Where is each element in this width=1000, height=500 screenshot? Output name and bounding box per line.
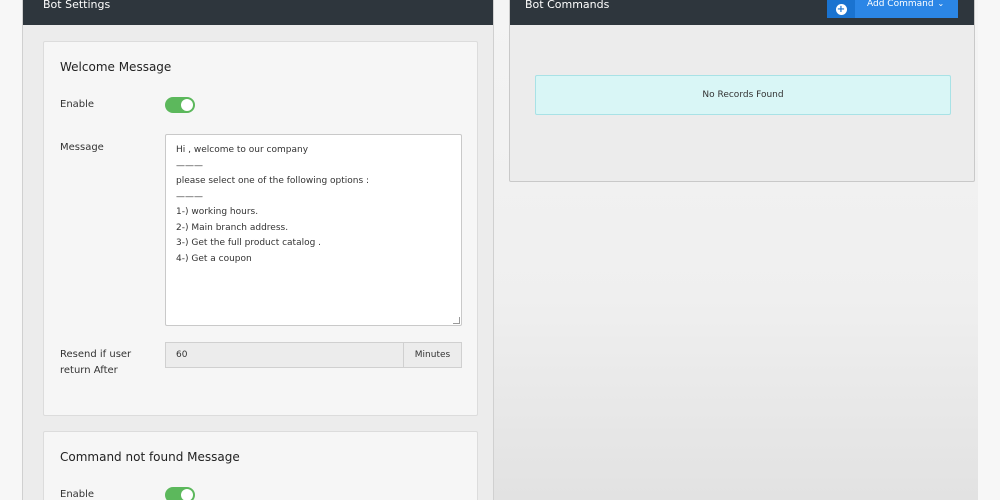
bot-commands-panel: Bot Commands + Add Command ⌄ No Records …	[509, 0, 975, 182]
message-label: Message	[60, 142, 104, 153]
bot-settings-panel: Bot Settings Welcome Message Enable Mess…	[22, 0, 494, 500]
bot-commands-header: Bot Commands + Add Command ⌄	[510, 0, 974, 25]
resend-input-group: 60 Minutes	[165, 342, 462, 368]
bot-commands-title: Bot Commands	[525, 0, 610, 11]
add-command-button[interactable]: + Add Command ⌄	[827, 0, 958, 18]
chevron-down-icon: ⌄	[937, 0, 945, 8]
page-left-margin	[0, 0, 22, 500]
plus-circle-icon: +	[835, 3, 847, 15]
welcome-enable-label: Enable	[60, 99, 95, 110]
welcome-enable-toggle[interactable]	[165, 97, 195, 113]
toggle-knob	[181, 99, 193, 111]
welcome-message-textarea[interactable]: Hi , welcome to our company ——— please s…	[165, 134, 462, 326]
welcome-message-title: Welcome Message	[60, 60, 172, 74]
no-records-alert: No Records Found	[535, 75, 951, 115]
command-not-found-title: Command not found Message	[60, 450, 240, 464]
resend-label: Resend if user return After	[60, 349, 132, 376]
welcome-message-card: Welcome Message Enable Message Hi , welc…	[43, 41, 478, 416]
minutes-addon: Minutes	[403, 342, 462, 368]
bot-settings-header: Bot Settings	[23, 0, 493, 25]
command-not-found-card: Command not found Message Enable	[43, 431, 478, 500]
page-right-margin	[978, 0, 1000, 500]
add-command-dropdown[interactable]: Add Command ⌄	[855, 0, 958, 18]
add-command-label: Add Command	[867, 0, 934, 9]
not-found-enable-label: Enable	[60, 489, 95, 500]
toggle-knob	[181, 489, 193, 500]
not-found-enable-toggle[interactable]	[165, 487, 195, 500]
add-command-plus[interactable]: +	[827, 0, 855, 18]
bot-settings-title: Bot Settings	[43, 0, 111, 11]
resend-minutes-input[interactable]: 60	[165, 342, 403, 368]
